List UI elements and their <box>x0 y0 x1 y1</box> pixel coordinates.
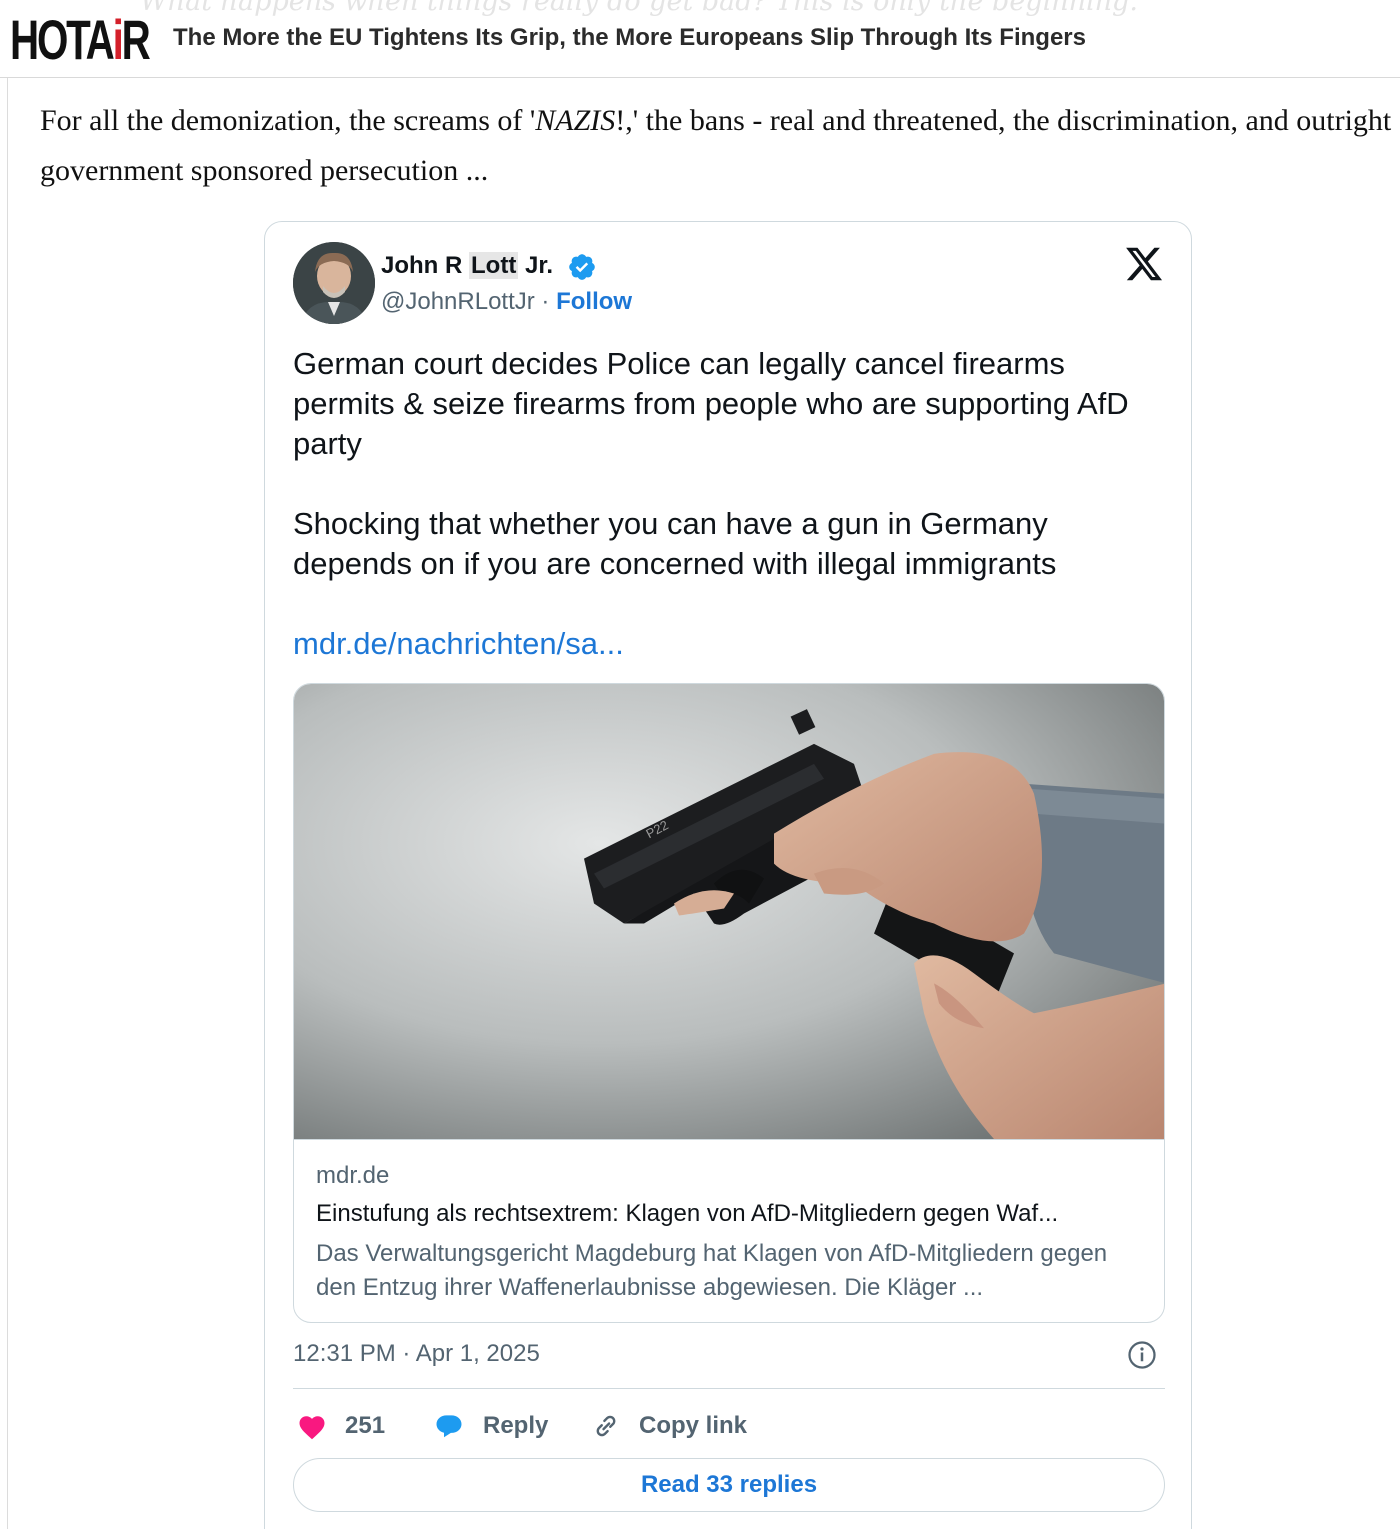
author-name-last: Jr. <box>518 252 554 279</box>
follow-button[interactable]: Follow <box>556 288 632 315</box>
card-domain: mdr.de <box>316 1162 390 1189</box>
card-description: Das Verwaltungsgericht Magdeburg hat Kla… <box>316 1240 1108 1301</box>
embedded-tweet: John R Lott Jr. @JohnRLottJr · Follow Ge… <box>264 221 1192 1529</box>
author-handle[interactable]: @JohnRLottJr <box>381 288 535 315</box>
read-replies-button[interactable]: Read 33 replies <box>293 1458 1165 1512</box>
header-article-title[interactable]: The More the EU Tightens Its Grip, the M… <box>173 24 1086 52</box>
copy-link-label: Copy link <box>639 1412 748 1439</box>
author-name[interactable]: John R Lott Jr. <box>381 252 553 280</box>
tweet-body: German court decides Police can legally … <box>293 344 1173 664</box>
reply-label: Reply <box>483 1412 549 1439</box>
handle-separator: · <box>534 288 557 315</box>
actions-divider <box>293 1388 1165 1389</box>
heart-icon <box>299 1416 325 1440</box>
card-image-handgun[interactable]: P22 <box>294 684 1165 1140</box>
link-preview-card[interactable]: P22 mdr.de Einstufung als rechtsextrem: … <box>293 683 1165 1323</box>
card-title: Einstufung als rechtsextrem: Klagen von … <box>316 1200 1059 1227</box>
link-icon <box>596 1415 616 1437</box>
info-icon[interactable] <box>1127 1340 1157 1370</box>
tweet-link[interactable]: mdr.de/nachrichten/sa... <box>293 626 624 661</box>
like-button[interactable]: 251 <box>297 1408 385 1444</box>
intro-emphasis: NAZIS <box>535 104 616 137</box>
author-name-highlight: Lott <box>469 252 519 279</box>
x-logo-icon[interactable] <box>1123 244 1165 284</box>
reply-bubble-icon <box>436 1415 462 1438</box>
faded-background-text: What happens when things really do get b… <box>140 0 1138 17</box>
tweet-paragraph-2: Shocking that whether you can have a gun… <box>293 506 1057 581</box>
hotair-logo[interactable]: HOTAiR <box>10 10 151 70</box>
reply-button[interactable]: Reply <box>433 1408 548 1444</box>
left-divider <box>7 78 8 1529</box>
tweet-paragraph-1: German court decides Police can legally … <box>293 346 1129 461</box>
verified-badge-icon <box>569 254 595 280</box>
avatar[interactable] <box>293 242 375 324</box>
intro-before: For all the demonization, the screams of… <box>40 104 536 137</box>
author-name-first: John R <box>381 252 469 279</box>
copy-link-button[interactable]: Copy link <box>591 1408 747 1444</box>
site-header: What happens when things really do get b… <box>0 0 1400 78</box>
like-count: 251 <box>345 1412 386 1439</box>
tweet-timestamp[interactable]: 12:31 PM · Apr 1, 2025 <box>293 1340 540 1368</box>
author-handle-line: @JohnRLottJr · Follow <box>381 288 632 316</box>
article-paragraph: For all the demonization, the screams of… <box>40 96 1395 196</box>
